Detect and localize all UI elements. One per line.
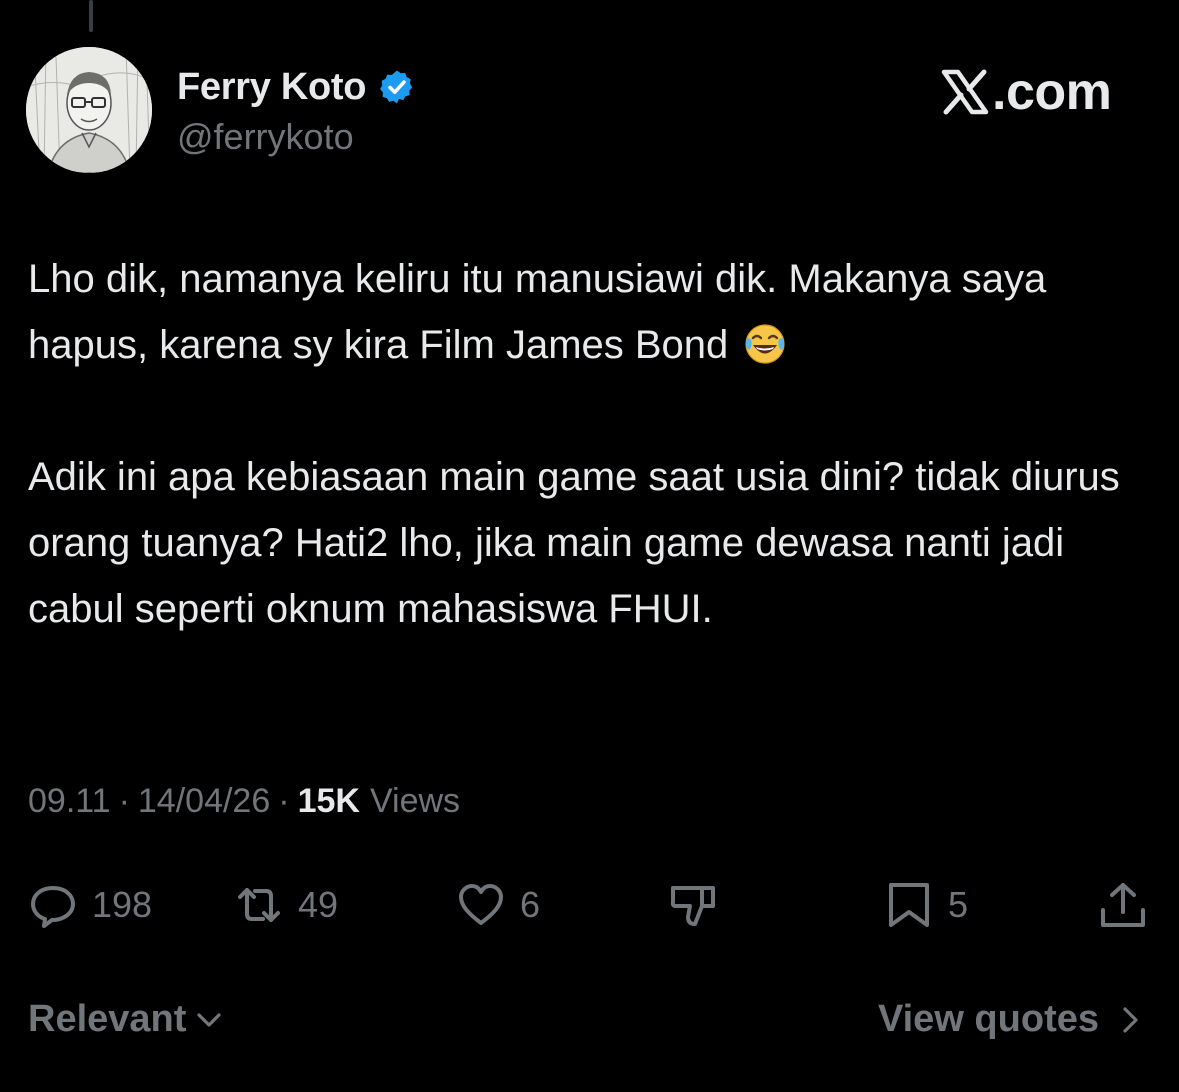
author-handle[interactable]: @ferrykoto [177,116,354,158]
tweet-time[interactable]: 09.11 [28,782,111,821]
heart-icon [456,880,506,930]
sort-replies-dropdown[interactable]: Relevant [28,998,224,1041]
repost-icon [234,880,284,930]
tweet-date[interactable]: 14/04/26 [138,782,270,821]
action-bar: 198 49 6 5 [0,870,1179,940]
author-display-name[interactable]: Ferry Koto [177,66,366,109]
face-with-tears-of-joy-emoji [743,320,787,364]
sort-label: Relevant [28,998,187,1040]
x-logo-icon [940,67,990,117]
views-count[interactable]: 15K [298,782,360,821]
views-label[interactable]: Views [370,782,460,821]
meta-separator: · [278,782,290,820]
like-count: 6 [520,884,541,925]
chevron-right-icon [1115,1005,1145,1035]
thumbs-down-icon [668,880,718,930]
verified-badge-icon [378,68,416,106]
repost-count: 49 [298,884,339,925]
reply-count: 198 [92,884,153,925]
downvote-button[interactable] [668,870,718,940]
tweet-paragraph-text: Lho dik, namanya keliru itu manusiawi di… [28,257,1047,367]
repost-button[interactable]: 49 [234,870,338,940]
brand-domain-label: .com [992,63,1112,121]
thread-connector-line [89,0,93,32]
bookmark-count: 5 [948,884,969,925]
view-quotes-link[interactable]: View quotes [878,998,1145,1041]
bookmark-icon [884,880,934,930]
tweet-meta: 09.11 · 14/04/26 · 15K Views [28,782,460,821]
bookmark-button[interactable]: 5 [884,870,968,940]
author-name-row[interactable]: Ferry Koto [177,62,416,112]
share-icon [1098,880,1148,930]
reply-icon [28,880,78,930]
brand-watermark: .com [940,62,1112,122]
tweet-paragraph: Adik ini apa kebiasaan main game saat us… [28,455,1120,631]
avatar-sketch-image [26,47,152,173]
tweet-body: Lho dik, namanya keliru itu manusiawi di… [28,246,1158,642]
avatar[interactable] [26,47,152,173]
tweet-paragraph: Lho dik, namanya keliru itu manusiawi di… [28,246,1158,378]
reply-button[interactable]: 198 [28,870,152,940]
chevron-down-icon [194,1005,224,1035]
share-button[interactable] [1098,870,1148,940]
view-quotes-label: View quotes [877,998,1099,1040]
like-button[interactable]: 6 [456,870,540,940]
meta-separator: · [118,782,130,820]
